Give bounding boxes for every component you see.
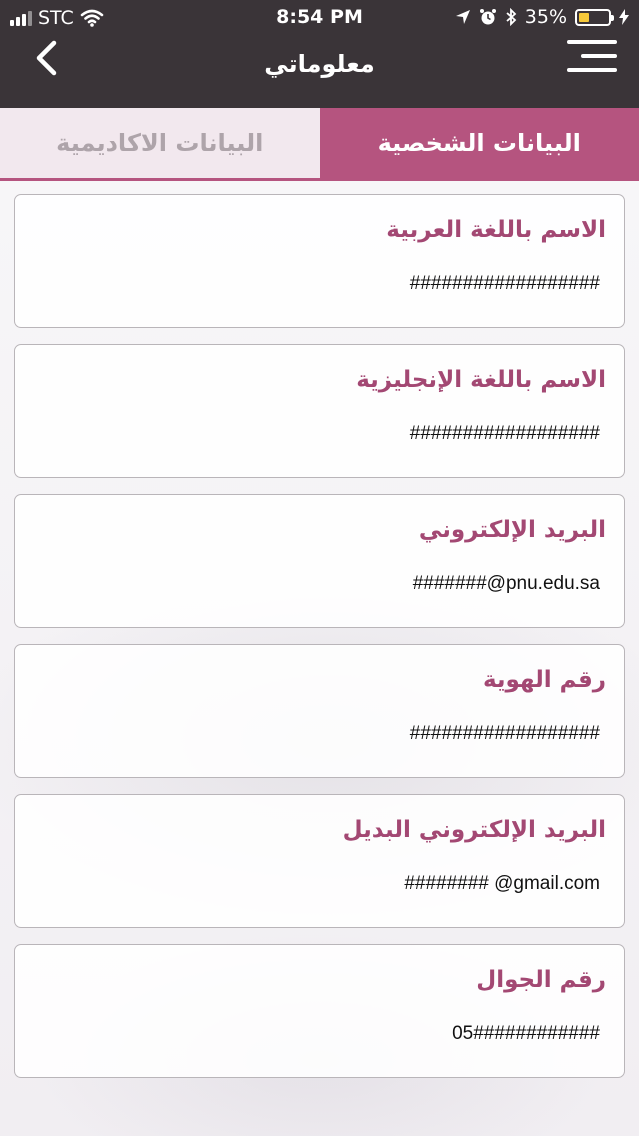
tab-bar: البيانات الاكاديمية البيانات الشخصية [0, 108, 639, 181]
field-value: #######@pnu.edu.sa [412, 573, 600, 594]
field-value: ################## [409, 423, 600, 444]
field-label: رقم الجوال [476, 967, 606, 993]
field-label: البريد الإلكتروني البديل [342, 817, 606, 843]
field-label: الاسم باللغة الإنجليزية [356, 367, 606, 393]
field-value: ################## [409, 273, 600, 294]
tab-academic-data[interactable]: البيانات الاكاديمية [0, 108, 320, 178]
location-arrow-icon [455, 10, 470, 24]
field-label: البريد الإلكتروني [418, 517, 606, 543]
top-bar: STC 8:54 PM 35% معلوماتي [0, 0, 639, 108]
field-value: 05############ [452, 1023, 600, 1044]
battery-icon [575, 8, 614, 26]
bluetooth-icon [506, 8, 517, 26]
field-card-email: البريد الإلكتروني #######@pnu.edu.sa [14, 494, 625, 628]
alarm-clock-icon [479, 9, 496, 25]
personal-info-list: الاسم باللغة العربية ################## … [14, 194, 625, 1094]
field-card-id-number: رقم الهوية ################## [14, 644, 625, 778]
field-label: الاسم باللغة العربية [386, 217, 606, 243]
hamburger-menu-icon[interactable] [567, 40, 617, 72]
field-label: رقم الهوية [482, 667, 606, 693]
field-card-alternate-email: البريد الإلكتروني البديل ######## @gmail… [14, 794, 625, 928]
field-value: ######## @gmail.com [404, 873, 600, 894]
status-right: 35% [455, 6, 629, 28]
charging-bolt-icon [619, 9, 629, 25]
page-title: معلوماتي [264, 50, 375, 78]
status-bar: STC 8:54 PM 35% [0, 0, 639, 36]
field-value: ################## [409, 723, 600, 744]
battery-percent: 35% [524, 6, 567, 28]
tab-personal-data[interactable]: البيانات الشخصية [319, 108, 639, 178]
field-card-mobile-number: رقم الجوال 05############ [14, 944, 625, 1078]
battery-level-fill [579, 12, 589, 22]
field-card-arabic-name: الاسم باللغة العربية ################## [14, 194, 625, 328]
field-card-english-name: الاسم باللغة الإنجليزية ################… [14, 344, 625, 478]
